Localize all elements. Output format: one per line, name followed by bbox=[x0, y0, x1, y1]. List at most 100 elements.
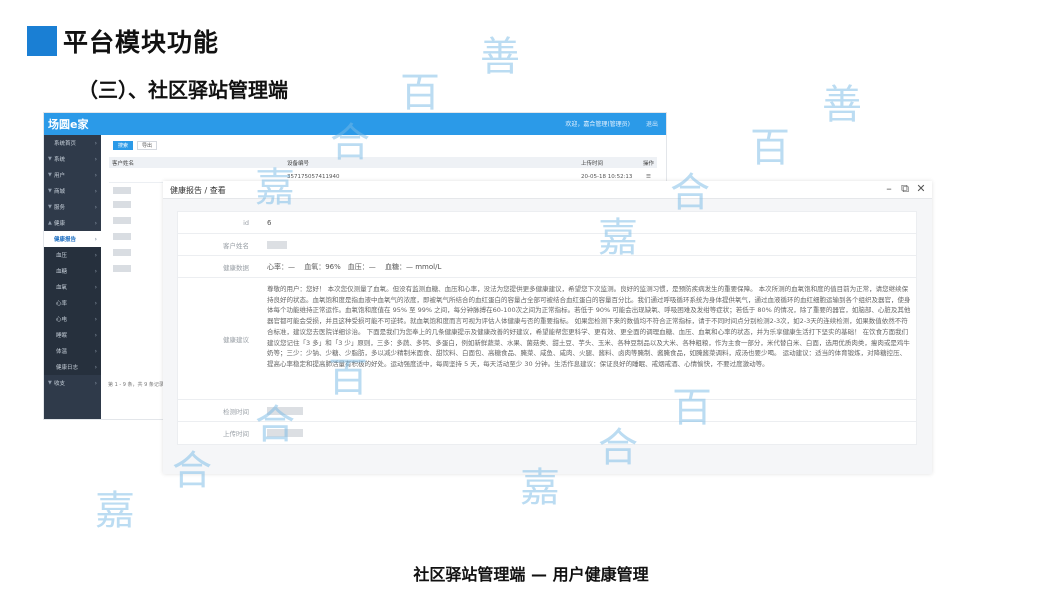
sidebar-item[interactable]: 体温 › bbox=[44, 343, 101, 359]
redacted-name bbox=[113, 233, 131, 240]
field-check-time: 检测时间 bbox=[178, 400, 916, 422]
slide-title: 平台模块功能 bbox=[63, 28, 220, 57]
caret-down-icon: ▼ bbox=[48, 156, 52, 162]
check-time-value bbox=[263, 400, 916, 421]
minimize-icon[interactable]: – bbox=[884, 182, 894, 196]
redacted-value bbox=[267, 406, 303, 415]
redacted-name bbox=[113, 187, 131, 194]
chevron-right-icon: › bbox=[94, 187, 97, 195]
caret-down-icon: ▼ bbox=[48, 172, 52, 178]
chevron-right-icon: › bbox=[94, 331, 97, 339]
maximize-icon[interactable]: ⧉ bbox=[900, 182, 910, 196]
chevron-right-icon: › bbox=[94, 139, 97, 147]
caret-down-icon: ▼ bbox=[48, 204, 52, 210]
chevron-right-icon: › bbox=[94, 251, 97, 259]
toolbar: 搜索 导出 bbox=[113, 141, 158, 150]
title-marker bbox=[27, 26, 57, 56]
redacted-value bbox=[267, 240, 287, 249]
app-topbar: 场圆e家 欢迎，嘉合管理(管理员) 退出 bbox=[44, 113, 666, 135]
watermark-char: 善 bbox=[822, 82, 862, 128]
col-action: 操作 bbox=[643, 161, 655, 167]
sidebar-item[interactable]: 血氧 › bbox=[44, 279, 101, 295]
chevron-right-icon: › bbox=[94, 299, 97, 307]
customer-name-value bbox=[263, 234, 916, 255]
sidebar-item-label: 用户 bbox=[54, 173, 66, 179]
sidebar-item-label: 血氧 bbox=[56, 285, 68, 291]
col-device-id: 设备编号 bbox=[287, 161, 310, 167]
chevron-right-icon: › bbox=[94, 267, 97, 275]
sidebar-item[interactable]: ▼ 系统 › bbox=[44, 151, 101, 167]
sidebar-item-label: 体温 bbox=[56, 349, 68, 355]
sidebar-item[interactable]: 血压 › bbox=[44, 247, 101, 263]
sidebar-item-label: 商城 bbox=[54, 189, 66, 195]
sidebar-item-label: 健康日志 bbox=[56, 365, 79, 371]
user-greeting: 欢迎，嘉合管理(管理员) bbox=[565, 121, 630, 128]
watermark-char: 百 bbox=[400, 70, 440, 116]
caret-up-icon: ▲ bbox=[48, 220, 52, 226]
health-data-value: 心率：— 血氧：96% 血压：— 血糖：— mmol/L bbox=[267, 262, 442, 271]
search-button[interactable]: 搜索 bbox=[113, 141, 134, 150]
sidebar-item[interactable]: 血糖 › bbox=[44, 263, 101, 279]
sidebar-item-label: 睡眠 bbox=[56, 333, 68, 339]
field-label: 上传时间 bbox=[223, 430, 249, 438]
sidebar-item[interactable]: ▼ 收支 › bbox=[44, 375, 101, 391]
modal-title: 健康报告 / 查看 bbox=[170, 186, 226, 195]
watermark-char: 善 bbox=[480, 34, 520, 80]
field-label: 检测时间 bbox=[223, 407, 249, 416]
field-id: id 6 bbox=[178, 212, 916, 234]
chevron-right-icon: › bbox=[94, 363, 97, 371]
redacted-name bbox=[113, 265, 131, 272]
slide-caption: 社区驿站管理端 — 用户健康管理 bbox=[413, 565, 649, 584]
redacted-name bbox=[113, 201, 131, 208]
chevron-right-icon: › bbox=[94, 235, 97, 243]
field-customer-name: 客户姓名 bbox=[178, 234, 916, 256]
chevron-right-icon: › bbox=[94, 283, 97, 291]
sidebar-item[interactable]: 睡眠 › bbox=[44, 327, 101, 343]
modal-controls: – ⧉ ✕ bbox=[884, 182, 926, 196]
sidebar-item-label: 收支 bbox=[54, 381, 66, 387]
sidebar-item-label: 服务 bbox=[54, 205, 66, 211]
field-health-advice: 健康建议 尊敬的用户：您好！ 本次您仅测量了血氧。但没有监测血糖、血压和心率，没… bbox=[178, 278, 916, 400]
chevron-right-icon: › bbox=[94, 203, 97, 211]
health-advice-text: 尊敬的用户：您好！ 本次您仅测量了血氧。但没有监测血糖、血压和心率，没法为您提供… bbox=[267, 285, 911, 368]
row-menu-icon[interactable]: ☰ bbox=[646, 174, 651, 180]
chevron-right-icon: › bbox=[94, 219, 97, 227]
id-value: 6 bbox=[267, 218, 272, 227]
redacted-value bbox=[267, 429, 303, 437]
modal-header: 健康报告 / 查看 – ⧉ ✕ bbox=[163, 181, 932, 199]
field-upload-time: 上传时间 bbox=[178, 422, 916, 444]
close-icon[interactable]: ✕ bbox=[916, 182, 926, 196]
sidebar-item[interactable]: 系统首页 › bbox=[44, 135, 101, 151]
chevron-right-icon: › bbox=[94, 315, 97, 323]
report-form: id 6 客户姓名 健康数据 心率：— 血氧：96% 血压：— 血糖：— mmo… bbox=[177, 211, 917, 445]
logout-link[interactable]: 退出 bbox=[646, 119, 658, 128]
device-id-cell: 357175057411940 bbox=[287, 174, 340, 180]
sidebar-item[interactable]: 心电 › bbox=[44, 311, 101, 327]
watermark-char: 嘉 bbox=[95, 488, 135, 534]
sidebar-item-label: 系统首页 bbox=[54, 141, 77, 147]
watermark-char: 百 bbox=[750, 125, 790, 171]
sidebar-item-label: 心率 bbox=[56, 301, 68, 307]
sidebar-item[interactable]: 健康日志 › bbox=[44, 359, 101, 375]
chevron-right-icon: › bbox=[94, 379, 97, 387]
slide-subtitle: （三）、社区驿站管理端 bbox=[78, 78, 288, 102]
col-upload-time: 上传时间 bbox=[581, 161, 604, 167]
upload-time-value bbox=[263, 422, 916, 444]
chevron-right-icon: › bbox=[94, 347, 97, 355]
table-header: 客户姓名 设备编号 上传时间 操作 bbox=[109, 157, 657, 168]
sidebar-item[interactable]: ▼ 服务 › bbox=[44, 199, 101, 215]
sidebar-item-label: 健康 bbox=[54, 221, 66, 227]
chevron-right-icon: › bbox=[94, 155, 97, 163]
export-button[interactable]: 导出 bbox=[137, 141, 158, 150]
caret-down-icon: ▼ bbox=[48, 380, 52, 386]
health-report-modal: 健康报告 / 查看 – ⧉ ✕ id 6 客户姓名 健康数据 心率：— 血氧：9… bbox=[163, 181, 932, 474]
field-label: 健康数据 bbox=[223, 263, 249, 272]
sidebar-item[interactable]: 心率 › bbox=[44, 295, 101, 311]
sidebar-item[interactable]: ▼ 用户 › bbox=[44, 167, 101, 183]
redacted-name bbox=[113, 217, 131, 224]
sidebar-item[interactable]: ▲ 健康 › bbox=[44, 215, 101, 231]
sidebar-item[interactable]: ▼ 商城 › bbox=[44, 183, 101, 199]
upload-time-cell: 20-05-18 10:52:13 bbox=[581, 174, 633, 180]
app-logo: 场圆e家 bbox=[48, 118, 89, 131]
sidebar-item[interactable]: 健康报告 › bbox=[44, 231, 101, 247]
